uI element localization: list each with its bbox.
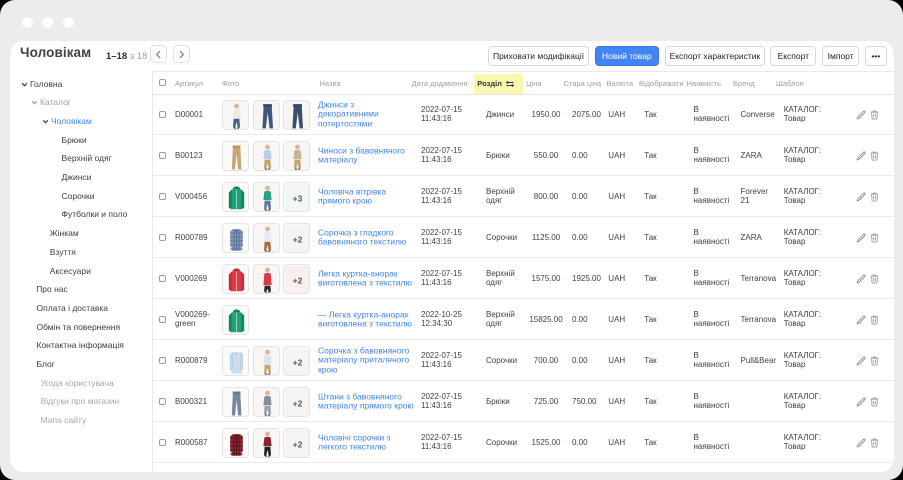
svg-text:+2: +2	[293, 439, 303, 449]
svg-text:+2: +2	[293, 275, 303, 285]
svg-text:+3: +3	[293, 193, 303, 203]
svg-text:+2: +2	[293, 234, 303, 244]
svg-text:+2: +2	[293, 398, 303, 408]
svg-text:+2: +2	[293, 357, 303, 367]
